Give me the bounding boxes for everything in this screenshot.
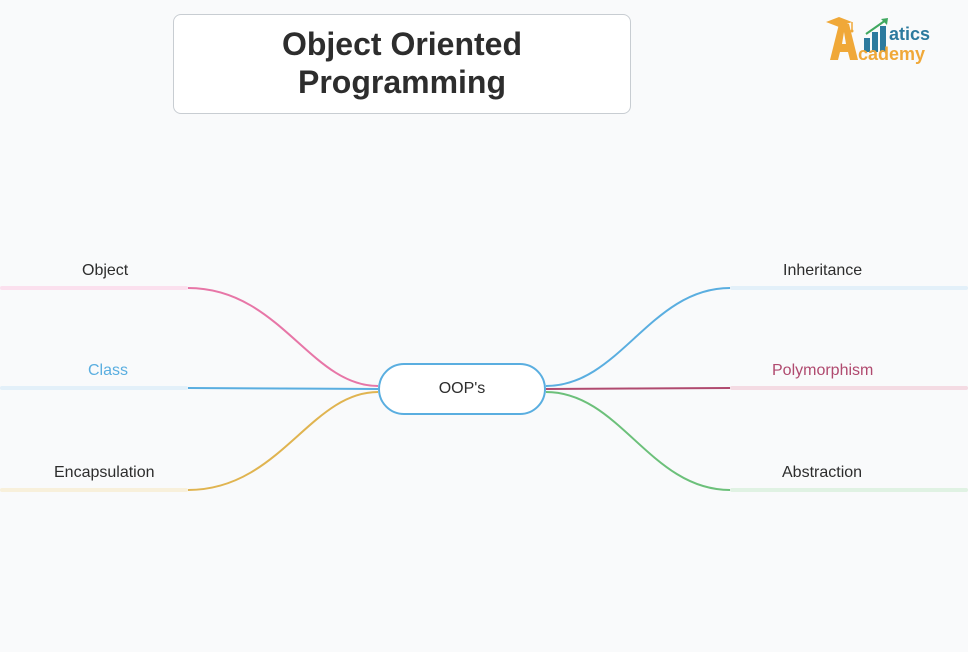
node-class: Class: [88, 362, 128, 380]
logo: atics cademy: [826, 12, 956, 74]
node-underline-inheritance: [730, 286, 968, 290]
svg-text:atics: atics: [889, 24, 930, 44]
node-polymorphism: Polymorphism: [772, 362, 873, 380]
node-underline-abstraction: [730, 488, 968, 492]
node-object: Object: [82, 262, 128, 280]
node-underline-polymorphism: [730, 386, 968, 390]
node-inheritance: Inheritance: [783, 262, 862, 280]
svg-text:cademy: cademy: [858, 44, 925, 64]
central-node-label: OOP's: [439, 380, 486, 398]
node-underline-encapsulation: [0, 488, 188, 492]
title-box: Object Oriented Programming: [173, 14, 631, 114]
central-node: OOP's: [378, 363, 546, 415]
node-underline-object: [0, 286, 188, 290]
page-title: Object Oriented Programming: [184, 26, 620, 102]
node-abstraction: Abstraction: [782, 464, 862, 482]
node-encapsulation: Encapsulation: [54, 464, 155, 482]
node-underline-class: [0, 386, 188, 390]
